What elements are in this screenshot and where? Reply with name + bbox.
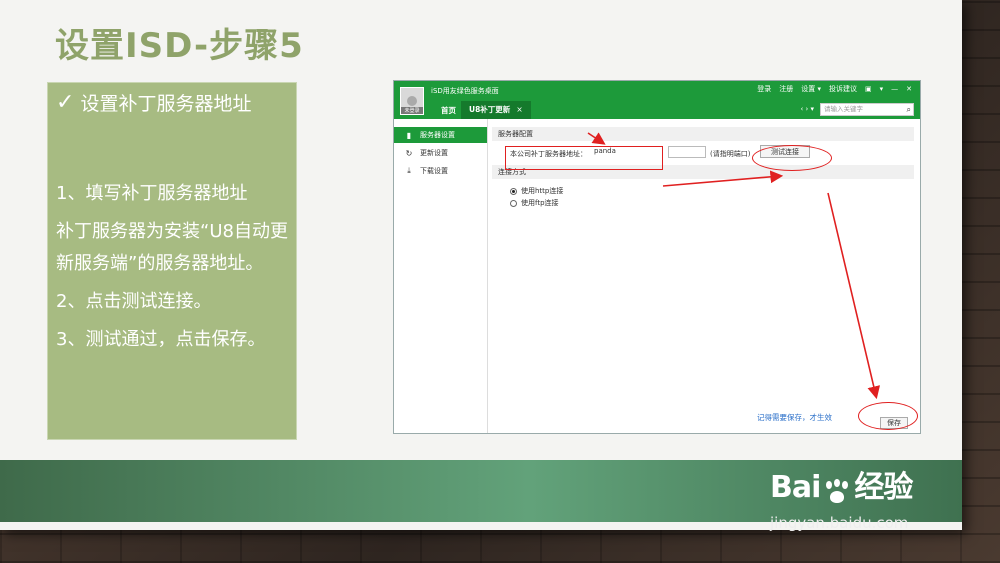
sidebar-item-server-settings[interactable]: ▮ 服务器设置: [394, 127, 487, 143]
watermark-url: jingyan.baidu.com: [770, 514, 909, 532]
radio-http-label: 使用http连接: [521, 187, 564, 195]
port-input[interactable]: [668, 146, 706, 158]
menu-icon[interactable]: ▾: [880, 85, 884, 93]
step-1: 1、填写补丁服务器地址: [56, 183, 248, 204]
tab-label: U8补丁更新: [469, 105, 511, 114]
panel-heading-row: ✓ 设置补丁服务器地址: [56, 89, 288, 116]
settings-content: 服务器配置 本公司补丁服务器地址： panda (请指明端口) 测试连接 连接方…: [492, 127, 914, 433]
sidebar-item-label: 下载设置: [420, 167, 448, 175]
address-highlight-box: [505, 146, 663, 170]
sidebar-item-download-settings[interactable]: ⤓ 下载设置: [394, 163, 487, 179]
radio-http[interactable]: 使用http连接: [492, 185, 914, 197]
server-section-title: 服务器配置: [492, 127, 914, 141]
radio-ftp[interactable]: 使用ftp连接: [492, 197, 914, 209]
app-header: 未登录 iSD用友绿色服务桌面 首页 U8补丁更新 × 登录 注册 设置 ▾ 投诉…: [394, 81, 920, 119]
feedback-link[interactable]: 投诉建议: [829, 84, 857, 94]
download-icon: ⤓: [407, 166, 411, 175]
radio-ftp-label: 使用ftp连接: [521, 199, 559, 207]
minimize-icon[interactable]: —: [891, 85, 898, 93]
checkmark-icon: ✓: [56, 90, 75, 115]
top-links: 登录 注册 设置 ▾ 投诉建议 ▣ ▾ — ✕: [757, 84, 912, 94]
baidu-watermark: Bai 经验 jingyan.baidu.com: [770, 462, 913, 532]
search-placeholder: 请输入关键字: [824, 105, 863, 113]
slide-title: 设置ISD-步骤5: [55, 26, 304, 66]
test-button-highlight: [752, 145, 832, 171]
save-hint: 记得需要保存，才生效: [757, 413, 832, 422]
avatar[interactable]: 未登录: [400, 87, 424, 115]
watermark-logo-right: 经验: [854, 470, 913, 505]
nav-arrows-icon[interactable]: ‹ › ▾: [800, 105, 814, 113]
panel-heading: 设置补丁服务器地址: [80, 93, 252, 115]
search-icon[interactable]: ⌕: [907, 104, 911, 115]
sidebar-item-update-settings[interactable]: ↻ 更新设置: [394, 145, 487, 161]
user-icon: [407, 96, 417, 106]
sidebar-item-label: 更新设置: [420, 149, 448, 157]
paw-icon: [822, 478, 852, 507]
step-2: 2、点击测试连接。: [56, 291, 212, 312]
sidebar-item-label: 服务器设置: [420, 131, 455, 139]
skin-icon[interactable]: ▣: [865, 85, 872, 93]
slide: 设置ISD-步骤5 ✓ 设置补丁服务器地址 1、填写补丁服务器地址 补丁服务器为…: [0, 0, 962, 530]
avatar-label: 未登录: [401, 107, 423, 114]
settings-menu[interactable]: 设置 ▾: [801, 84, 821, 94]
instruction-panel: ✓ 设置补丁服务器地址 1、填写补丁服务器地址 补丁服务器为安装“U8自动更新服…: [47, 82, 297, 440]
save-button-highlight: [858, 402, 918, 430]
close-icon[interactable]: ×: [516, 105, 522, 114]
phone-icon: ▮: [406, 130, 412, 140]
tab-u8-patch-update[interactable]: U8补丁更新 ×: [461, 101, 531, 119]
refresh-icon: ↻: [405, 148, 413, 158]
app-window: 未登录 iSD用友绿色服务桌面 首页 U8补丁更新 × 登录 注册 设置 ▾ 投诉…: [393, 80, 921, 434]
radio-button-selected[interactable]: [510, 187, 517, 195]
search-input[interactable]: 请输入关键字 ⌕: [820, 103, 914, 116]
tab-home[interactable]: 首页: [441, 105, 456, 116]
radio-button[interactable]: [510, 199, 517, 207]
login-link[interactable]: 登录: [757, 84, 771, 94]
register-link[interactable]: 注册: [779, 84, 793, 94]
app-name: iSD用友绿色服务桌面: [431, 87, 499, 95]
step-1-detail: 补丁服务器为安装“U8自动更新服务端”的服务器地址。: [56, 221, 288, 274]
port-hint: (请指明端口): [710, 150, 751, 158]
watermark-logo-left: Bai: [770, 470, 821, 505]
step-3: 3、测试通过，点击保存。: [56, 329, 266, 350]
window-close-icon[interactable]: ✕: [906, 85, 912, 93]
sidebar: ▮ 服务器设置 ↻ 更新设置 ⤓ 下载设置: [394, 119, 488, 433]
